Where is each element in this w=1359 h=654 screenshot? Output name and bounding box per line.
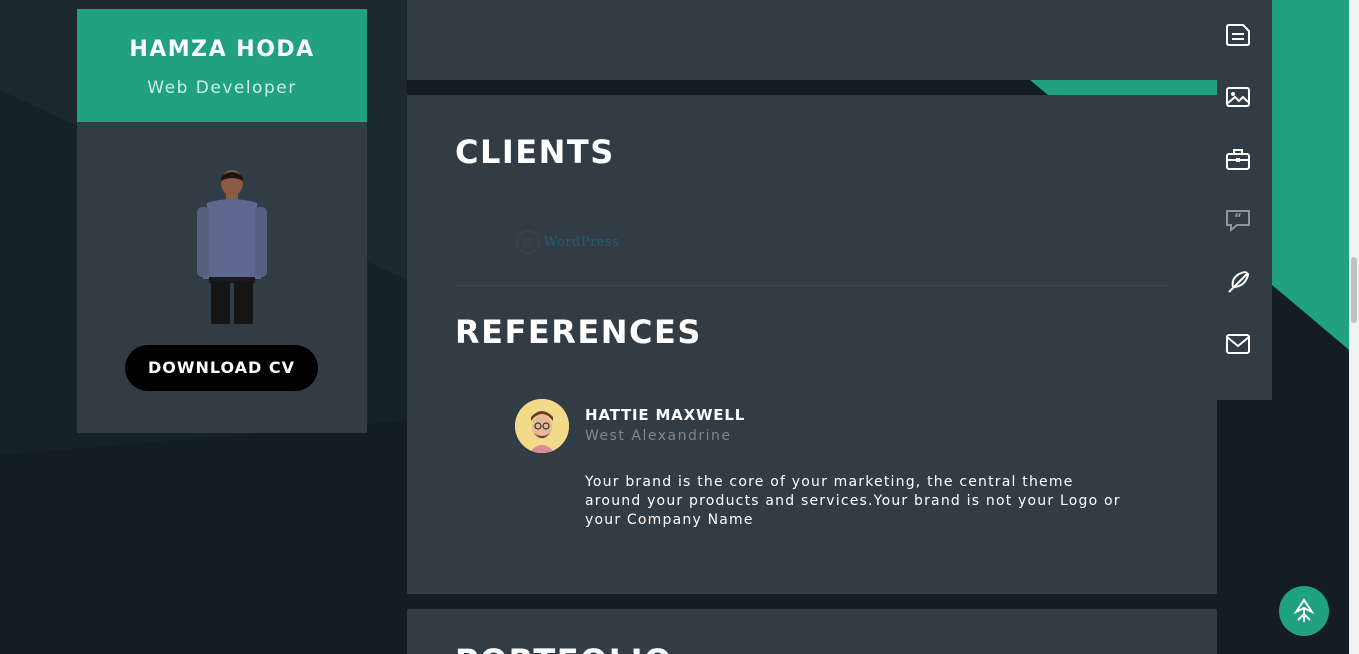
profile-header: HAMZA HODA Web Developer [77,9,367,122]
scrollbar-thumb[interactable] [1351,257,1357,323]
section-accent-bar [1030,80,1217,95]
previous-section-panel [407,0,1217,80]
scroll-to-top-button[interactable] [1279,586,1329,636]
reference-name: HATTIE MAXWELL [585,406,746,424]
feather-icon [1228,271,1250,293]
mail-icon [1226,334,1250,354]
profile-name: HAMZA HODA [129,37,315,62]
client-logo-text: WordPress [544,234,620,250]
nav-portfolio[interactable] [1224,146,1252,172]
profile-photo [187,169,277,324]
arrow-up-icon [1294,598,1314,622]
page-scrollbar[interactable] [1349,0,1359,654]
briefcase-icon [1226,149,1250,170]
download-cv-button[interactable]: DOWNLOAD CV [125,345,318,391]
nav-blog[interactable] [1224,269,1252,295]
svg-text:“: “ [1234,211,1242,225]
reference-location: West Alexandrine [585,428,732,444]
image-icon [1226,87,1250,107]
profile-card: HAMZA HODA Web Developer DOWNLOAD CV [77,9,367,433]
reference-avatar [515,399,569,453]
clients-title: CLIENTS [455,133,615,171]
nav-resume[interactable] [1224,22,1252,48]
client-logo-wordpress[interactable]: W WordPress [516,230,619,254]
nav-gallery[interactable] [1224,84,1252,110]
svg-text:W: W [521,236,535,251]
wordpress-icon: W [516,230,540,254]
references-title: REFERENCES [455,313,702,351]
reference-quote: Your brand is the core of your marketing… [585,474,1121,528]
profile-role: Web Developer [147,78,297,98]
quote-bubble-icon: “ [1226,210,1250,232]
nav-testimonials[interactable]: “ [1224,207,1252,233]
section-divider [455,285,1167,286]
resume-icon [1226,24,1250,46]
nav-contact[interactable] [1224,331,1252,357]
next-section-title: PORTFOLIO [455,642,673,654]
